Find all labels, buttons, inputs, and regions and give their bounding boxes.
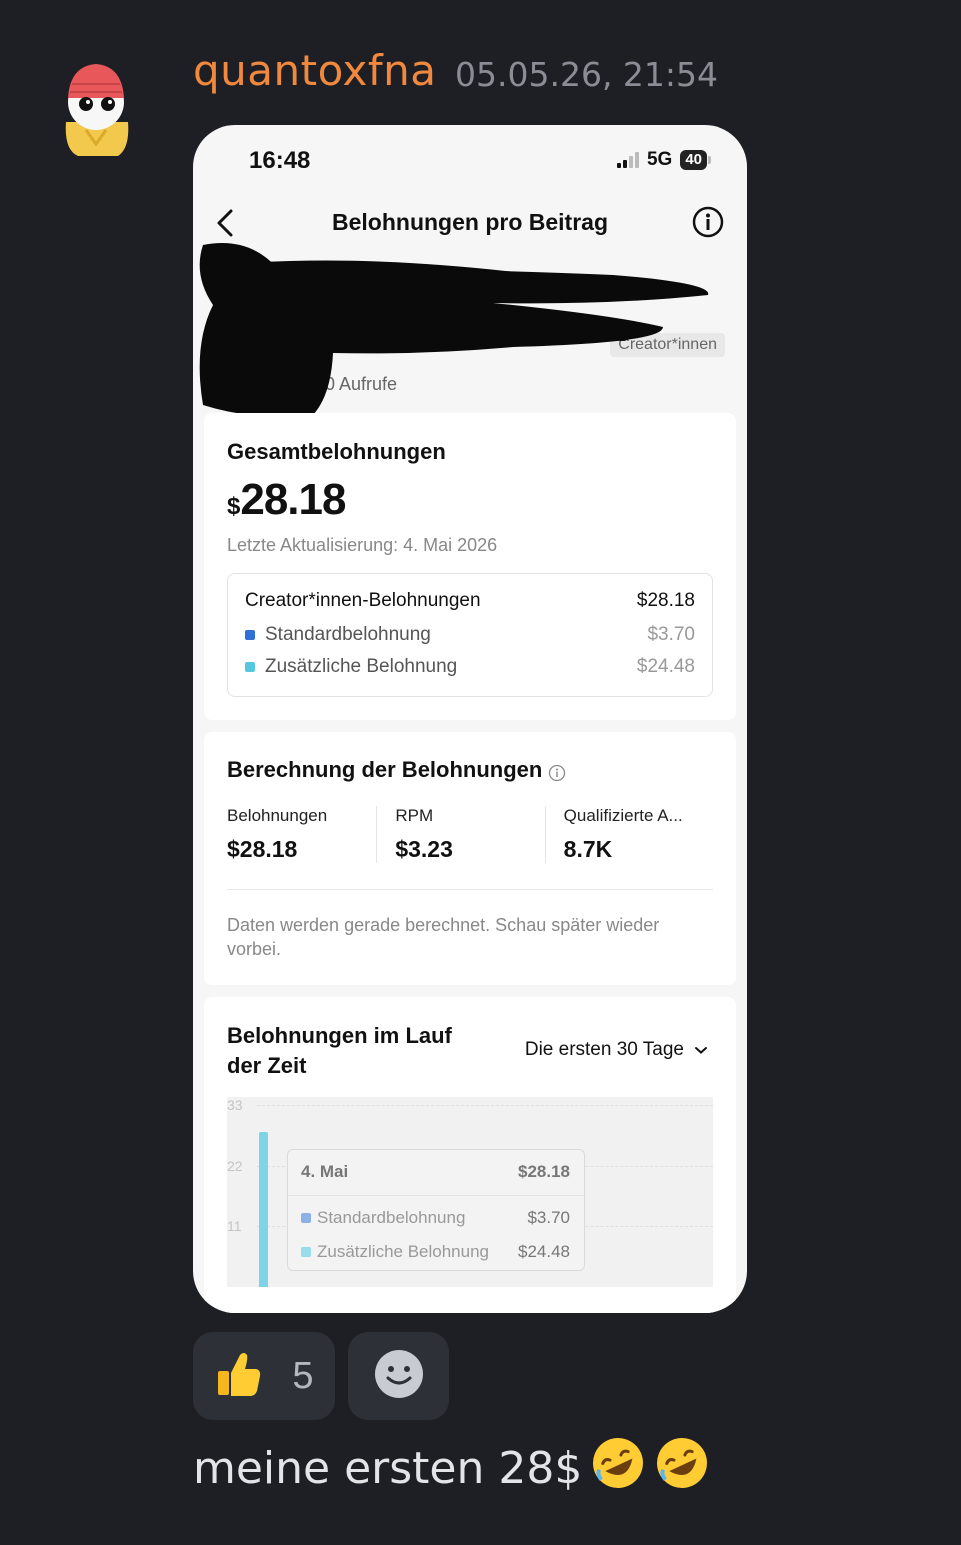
range-label: Die ersten 30 Tage (524, 1039, 684, 1060)
metric-value: $3.23 (395, 836, 453, 862)
metric-value: $28.18 (227, 836, 298, 862)
metrics-row: Belohnungen $28.18 RPM $3.23 Qualifizier… (227, 806, 713, 863)
tooltip-value: $3.70 (527, 1208, 570, 1227)
chevron-down-icon (694, 1039, 708, 1061)
tooltip-total: $28.18 (518, 1162, 570, 1181)
message-content: meine ersten 28$ (193, 1435, 710, 1502)
metric-label: Belohnungen (227, 806, 328, 825)
breakdown-value: $24.48 (636, 656, 695, 677)
tooltip-header: 4. Mai $28.18 (301, 1162, 570, 1182)
user-avatar[interactable] (58, 60, 134, 160)
info-icon[interactable] (548, 762, 566, 782)
rewards-over-time-card: Belohnungen im Lauf der Zeit Die ersten … (204, 997, 736, 1313)
reaction-thumbs-up[interactable]: 5 (193, 1332, 335, 1420)
calculation-card: Berechnung der Belohnungen Belohnungen $… (204, 732, 736, 985)
tooltip-label: Standardbelohnung (317, 1208, 466, 1227)
rewards-chart: 33 22 11 4. Mai $28.18 Standardbelohnung $… (227, 1097, 713, 1287)
metric-value: 8.7K (563, 836, 613, 862)
divider (227, 889, 713, 890)
rofl-emoji (654, 1435, 710, 1502)
breakdown-header: Creator*innen-Belohnungen $28.18 (245, 590, 695, 612)
y-tick-label: 33 (227, 1097, 243, 1113)
rofl-emoji (590, 1435, 646, 1502)
total-amount: $ 28.18 (227, 475, 346, 525)
tooltip-date: 4. Mai (301, 1162, 349, 1181)
chart-bar[interactable] (259, 1131, 268, 1287)
attached-screenshot[interactable]: 16:48 5G 40 Belohnungen pro Beitrag Crea… (193, 125, 747, 1313)
total-rewards-title: Gesamtbelohnungen (227, 439, 446, 464)
page-title: Belohnungen pro Beitrag (332, 209, 608, 235)
legend-swatch (301, 1247, 311, 1257)
message-text: meine ersten 28$ (193, 1443, 583, 1494)
metric: RPM $3.23 (376, 806, 544, 863)
tooltip-label: Zusätzliche Belohnung (317, 1242, 490, 1261)
breakdown-label: Zusätzliche Belohnung (265, 656, 458, 677)
add-reaction-icon (373, 1348, 425, 1405)
legend-swatch (301, 1213, 311, 1223)
calculation-title: Berechnung der Belohnungen (227, 757, 566, 783)
breakdown-header-value: $28.18 (636, 590, 695, 611)
y-tick-label: 22 (227, 1157, 243, 1174)
total-rewards-card: Gesamtbelohnungen $ 28.18 Letzte Aktuali… (204, 413, 736, 720)
message-timestamp: 05.05.26, 21:54 (455, 55, 719, 94)
info-icon[interactable] (691, 205, 725, 239)
total-amount-value: 28.18 (240, 475, 346, 524)
metric-label: RPM (395, 806, 434, 825)
legend-swatch (245, 662, 255, 672)
redaction-scribble (193, 235, 747, 435)
tooltip-divider (288, 1195, 584, 1196)
breakdown-header-label: Creator*innen-Belohnungen (245, 590, 481, 611)
status-time: 16:48 (249, 147, 311, 174)
calculation-title-text: Berechnung der Belohnungen (227, 757, 543, 782)
breakdown-box: Creator*innen-Belohnungen $28.18 Standar… (227, 573, 713, 697)
breakdown-item: Standardbelohnung $3.70 (245, 624, 695, 646)
message-username[interactable]: quantoxfna (193, 46, 437, 95)
add-reaction-button[interactable] (348, 1332, 449, 1420)
breakdown-item: Zusätzliche Belohnung $24.48 (245, 656, 695, 678)
breakdown-label: Standardbelohnung (265, 624, 431, 645)
y-tick-label: 11 (227, 1218, 242, 1235)
last-updated: Letzte Aktualisierung: 4. Mai 2026 (227, 535, 498, 555)
metric: Qualifizierte A... 8.7K (544, 806, 713, 863)
over-time-title: Belohnungen im Lauf der Zeit (227, 1023, 452, 1078)
gridline (257, 1105, 713, 1106)
metric: Belohnungen $28.18 (227, 806, 376, 863)
legend-swatch (245, 630, 255, 640)
thumbs-up-emoji (214, 1349, 262, 1404)
network-label: 5G (646, 149, 673, 170)
metric-label: Qualifizierte A... (563, 806, 683, 825)
signal-icon (616, 152, 639, 168)
battery-icon: 40 (680, 150, 711, 170)
chart-tooltip: 4. Mai $28.18 Standardbelohnung $3.70 Zu… (287, 1149, 585, 1271)
breakdown-value: $3.70 (647, 624, 695, 645)
tooltip-row: Standardbelohnung $3.70 (301, 1208, 570, 1228)
tooltip-value: $24.48 (518, 1242, 570, 1261)
range-dropdown[interactable]: Die ersten 30 Tage (525, 1039, 708, 1061)
status-bar-right: 5G 40 (616, 149, 711, 171)
tooltip-row: Zusätzliche Belohnung $24.48 (301, 1242, 570, 1262)
currency-symbol: $ (227, 493, 241, 520)
reaction-count: 5 (292, 1354, 314, 1397)
calculation-note: Daten werden gerade berechnet. Schau spä… (227, 915, 660, 959)
